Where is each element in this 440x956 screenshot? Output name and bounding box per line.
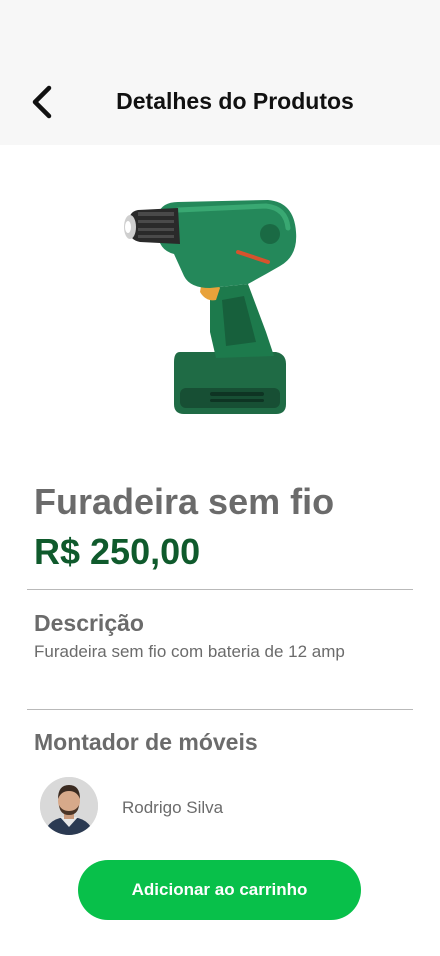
avatar[interactable] (40, 777, 98, 835)
product-name: Furadeira sem fio (34, 481, 335, 522)
user-photo-icon (40, 777, 98, 835)
description-text: Furadeira sem fio com bateria de 12 amp (34, 642, 345, 661)
add-to-cart-label: Adicionar ao carrinho (131, 880, 308, 899)
drill-icon (124, 200, 297, 414)
add-to-cart-button[interactable]: Adicionar ao carrinho (78, 860, 361, 920)
provider-name: Rodrigo Silva (122, 798, 224, 817)
product-price: R$ 250,00 (34, 531, 201, 572)
divider (27, 589, 413, 590)
provider-title: Montador de móveis (34, 729, 258, 755)
divider (27, 709, 413, 710)
product-image (118, 192, 308, 424)
description-title: Descrição (34, 610, 144, 636)
page-title: Detalhes do Produtos (116, 88, 354, 114)
product-details-screen: Detalhes do Produtos Furadeira sem fio R… (0, 0, 440, 956)
app-header: Detalhes do Produtos (0, 0, 440, 145)
